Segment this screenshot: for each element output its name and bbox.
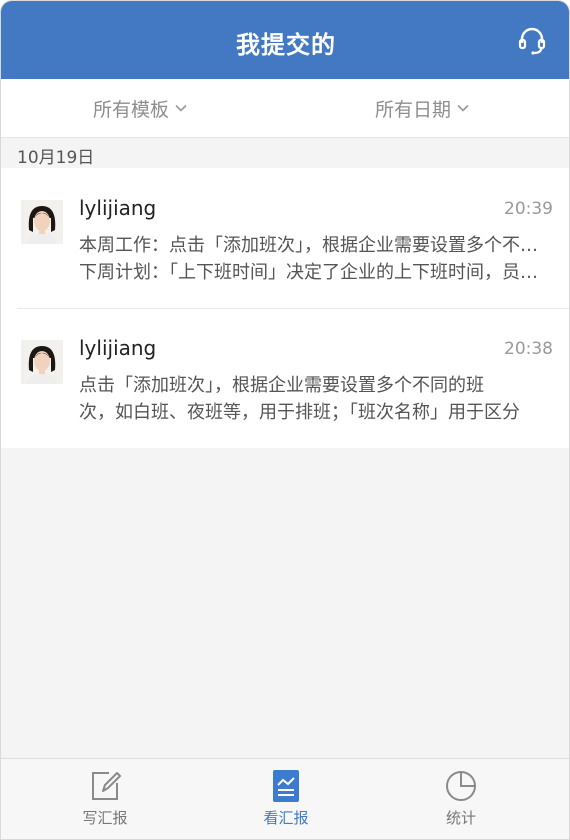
bottom-tab-bar: 写汇报 看汇报 统计 [1,758,569,839]
report-author: lylijiang [79,336,157,360]
page-title: 我提交的 [236,31,336,59]
date-group-label: 10月19日 [17,148,95,168]
report-summary-line: 本周工作：点击「添加班次」，根据企业需要设置多个不同的班次 [79,235,553,256]
date-group-header: 10月19日 [1,138,569,168]
chevron-down-icon [175,104,187,112]
report-time: 20:38 [504,339,553,359]
template-filter[interactable]: 所有模板 [93,95,187,121]
date-filter-label: 所有日期 [375,98,452,121]
template-filter-label: 所有模板 [93,98,170,121]
tab-label: 写汇报 [82,809,128,827]
report-icon [273,770,299,802]
tab-label: 统计 [445,809,476,827]
report-summary-line: 点击「添加班次」，根据企业需要设置多个不同的班 [79,375,484,396]
report-item[interactable]: lylijiang 20:38 点击「添加班次」，根据企业需要设置多个不同的班 … [1,308,569,448]
avatar [21,340,63,384]
headset-icon[interactable] [517,26,547,56]
tab-view-reports[interactable]: 看汇报 [226,759,346,839]
report-time: 20:39 [504,199,553,219]
report-summary-line: 下周计划：「上下班时间」决定了企业的上下班时间，员工打卡 [79,262,553,283]
tab-statistics[interactable]: 统计 [401,759,521,839]
tab-write-report[interactable]: 写汇报 [45,759,165,839]
app-screen: 我提交的 所有模板 所有日期 10月19日 lylijiang 20:39 本周… [0,0,570,840]
chevron-down-icon [457,104,469,112]
report-author: lylijiang [79,196,157,220]
avatar [21,200,63,244]
header-bar: 我提交的 [1,1,569,79]
report-summary-line: 次，如白班、夜班等，用于排班；「班次名称」用于区分 [79,402,520,423]
tab-label: 看汇报 [263,809,309,827]
report-list: lylijiang 20:39 本周工作：点击「添加班次」，根据企业需要设置多个… [1,168,569,448]
filter-bar: 所有模板 所有日期 [1,79,569,138]
edit-icon [92,772,121,800]
date-filter[interactable]: 所有日期 [375,95,469,121]
report-item[interactable]: lylijiang 20:39 本周工作：点击「添加班次」，根据企业需要设置多个… [1,168,569,308]
pie-chart-icon [446,771,476,801]
